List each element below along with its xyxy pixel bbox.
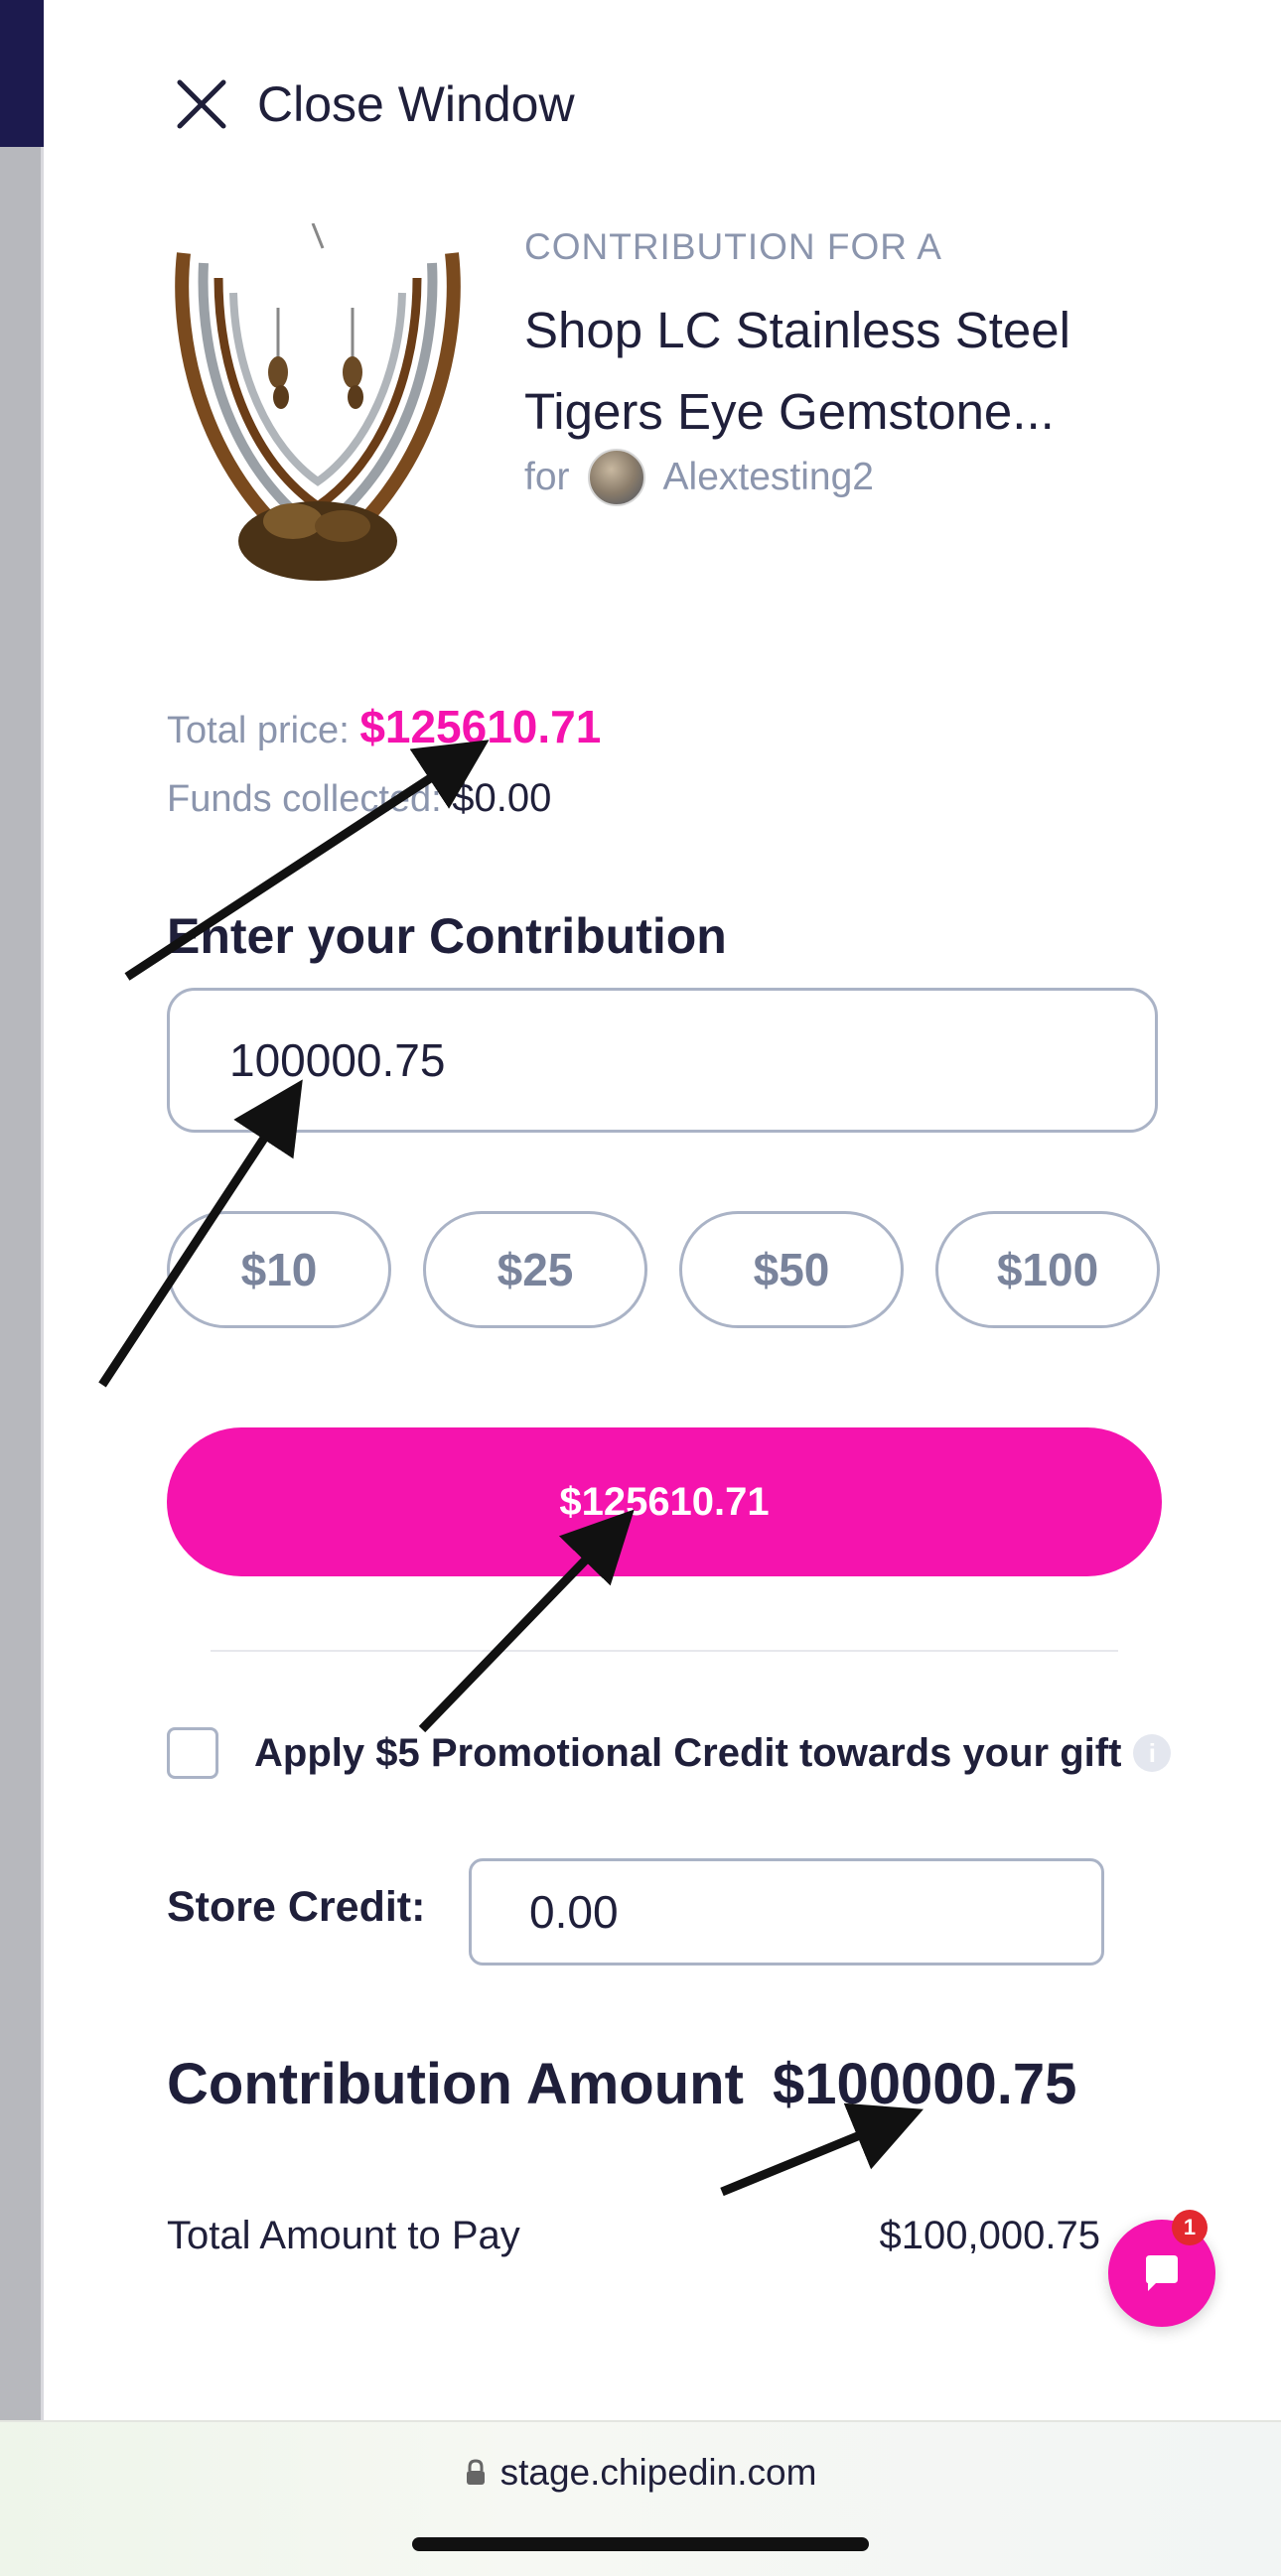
promo-credit-checkbox[interactable] (167, 1727, 218, 1779)
contribution-amount-value: $100000.75 (773, 2052, 1077, 2116)
funds-collected-label: Funds collected: (167, 778, 442, 820)
contribution-label: Enter your Contribution (167, 908, 727, 964)
lock-icon (466, 2459, 485, 2485)
total-price-label: Total price: (167, 710, 350, 751)
chat-icon (1146, 2255, 1178, 2291)
recipient-row: for Alextesting2 (524, 449, 874, 506)
promo-credit-label: Apply $5 Promotional Credit towards your… (254, 1730, 1122, 1775)
funds-collected-row: Funds collected: $0.00 (167, 776, 551, 821)
store-credit-input[interactable]: 0.00 (469, 1858, 1104, 1966)
chip-10[interactable]: $10 (167, 1211, 391, 1328)
divider (211, 1650, 1118, 1652)
chip-50[interactable]: $50 (679, 1211, 904, 1328)
contribution-pre-title: CONTRIBUTION FOR A (524, 226, 942, 267)
modal-edge (41, 147, 44, 2420)
contribution-amount-label: Contribution Amount (167, 2052, 744, 2116)
chat-notification-badge: 1 (1172, 2210, 1208, 2245)
url-text: stage.chipedin.com (499, 2452, 817, 2493)
total-price-row: Total price: $125610.71 (167, 700, 601, 753)
background-page-header (0, 0, 44, 147)
store-credit-label: Store Credit: (167, 1883, 426, 1931)
avatar (587, 449, 645, 506)
chip-100[interactable]: $100 (935, 1211, 1160, 1328)
recipient-name[interactable]: Alextesting2 (663, 456, 874, 499)
product-title: Shop LC Stainless Steel Tigers Eye Gemst… (524, 302, 1070, 440)
quick-amount-chips: $10 $25 $50 $100 (167, 1211, 1160, 1328)
promo-credit-row: Apply $5 Promotional Credit towards your… (167, 1727, 1172, 1779)
close-window-button[interactable]: Close Window (174, 69, 575, 139)
contribution-input[interactable]: 100000.75 (167, 988, 1158, 1133)
annotation-arrow-contribution-amount (720, 2102, 924, 2197)
close-icon (177, 79, 226, 129)
total-pay-label: Total Amount to Pay (167, 2214, 520, 2257)
info-icon[interactable]: i (1133, 1734, 1172, 1772)
background-page-strip (0, 0, 44, 2574)
full-amount-button[interactable]: $125610.71 (167, 1427, 1162, 1576)
total-price-value: $125610.71 (359, 701, 602, 752)
total-pay-value: $100,000.75 (879, 2214, 1100, 2257)
close-window-label: Close Window (257, 76, 575, 132)
browser-address-bar (0, 2420, 1281, 2576)
product-image (164, 223, 477, 610)
home-indicator (412, 2537, 869, 2551)
url-row[interactable]: stage.chipedin.com (0, 2452, 1281, 2494)
for-label: for (524, 456, 570, 498)
funds-collected-value: $0.00 (452, 776, 552, 820)
chip-25[interactable]: $25 (423, 1211, 647, 1328)
